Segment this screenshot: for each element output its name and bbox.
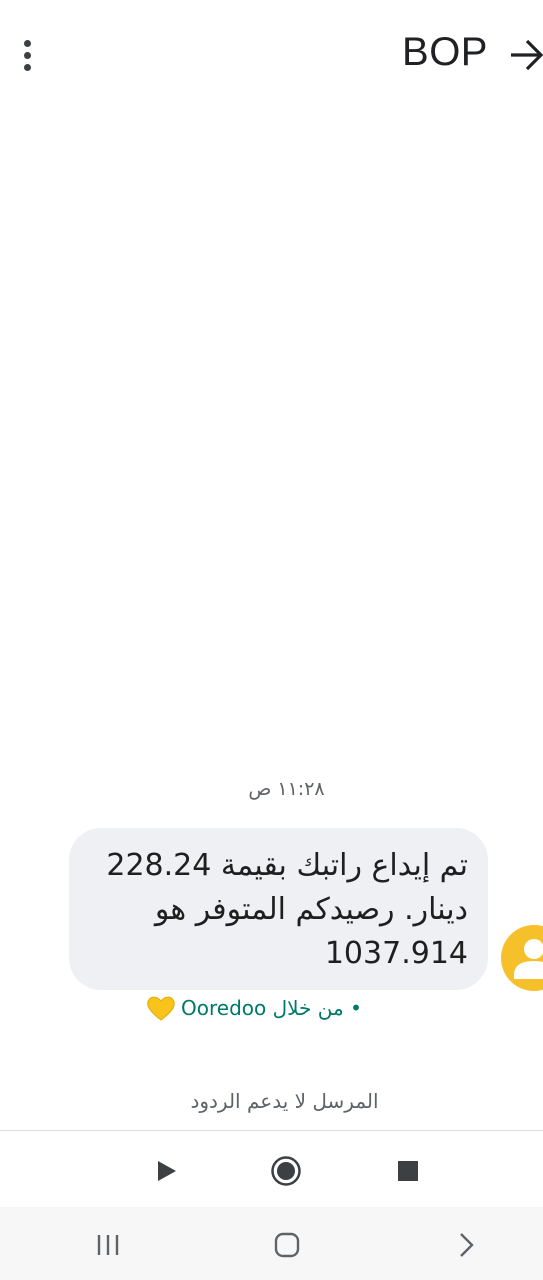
delivered-via: • من خلال Ooredoo: [145, 994, 362, 1022]
media-controls: [0, 1131, 543, 1207]
recent-apps-button[interactable]: [86, 1225, 130, 1265]
messages-screen: BOP ١١:٢٨ ص تم إيداع راتبك بقيمة 228.24 …: [0, 0, 543, 1280]
play-button[interactable]: [146, 1151, 186, 1191]
play-icon: [158, 1161, 176, 1181]
message-line: دينار. رصيدكم المتوفر هو: [154, 892, 468, 927]
nav-back-button[interactable]: [444, 1225, 488, 1265]
more-vert-icon: [23, 39, 31, 47]
stop-button[interactable]: [388, 1151, 428, 1191]
back-button[interactable]: [505, 30, 543, 80]
home-button[interactable]: [265, 1225, 309, 1265]
person-icon: [514, 939, 543, 979]
message-timestamp: ١١:٢٨ ص: [248, 778, 325, 800]
yellow-heart-icon: [147, 996, 175, 1021]
more-options-button[interactable]: [10, 34, 44, 76]
via-label: • من خلال Ooredoo: [181, 996, 362, 1020]
stop-icon: [398, 1161, 418, 1181]
record-button[interactable]: [266, 1151, 306, 1191]
record-icon: [271, 1156, 301, 1186]
more-vert-icon-dot: [23, 63, 31, 71]
no-reply-notice: المرسل لا يدعم الردود: [190, 1089, 379, 1113]
system-nav-bar: [0, 1207, 543, 1280]
conversation-title: BOP: [402, 30, 488, 74]
more-vert-icon-dot: [23, 51, 31, 59]
app-bar: BOP: [0, 0, 543, 110]
message-line: تم إيداع راتبك بقيمة 228.24: [106, 848, 468, 883]
sender-avatar[interactable]: [501, 925, 543, 991]
message-line: 1037.914: [324, 936, 468, 971]
recent-apps-icon: [97, 1235, 119, 1255]
back-chevron-icon: [460, 1233, 474, 1257]
message-bubble[interactable]: تم إيداع راتبك بقيمة 228.24 دينار. رصيدك…: [69, 828, 488, 990]
home-icon: [274, 1232, 300, 1258]
arrow-forward-icon: [511, 39, 543, 71]
